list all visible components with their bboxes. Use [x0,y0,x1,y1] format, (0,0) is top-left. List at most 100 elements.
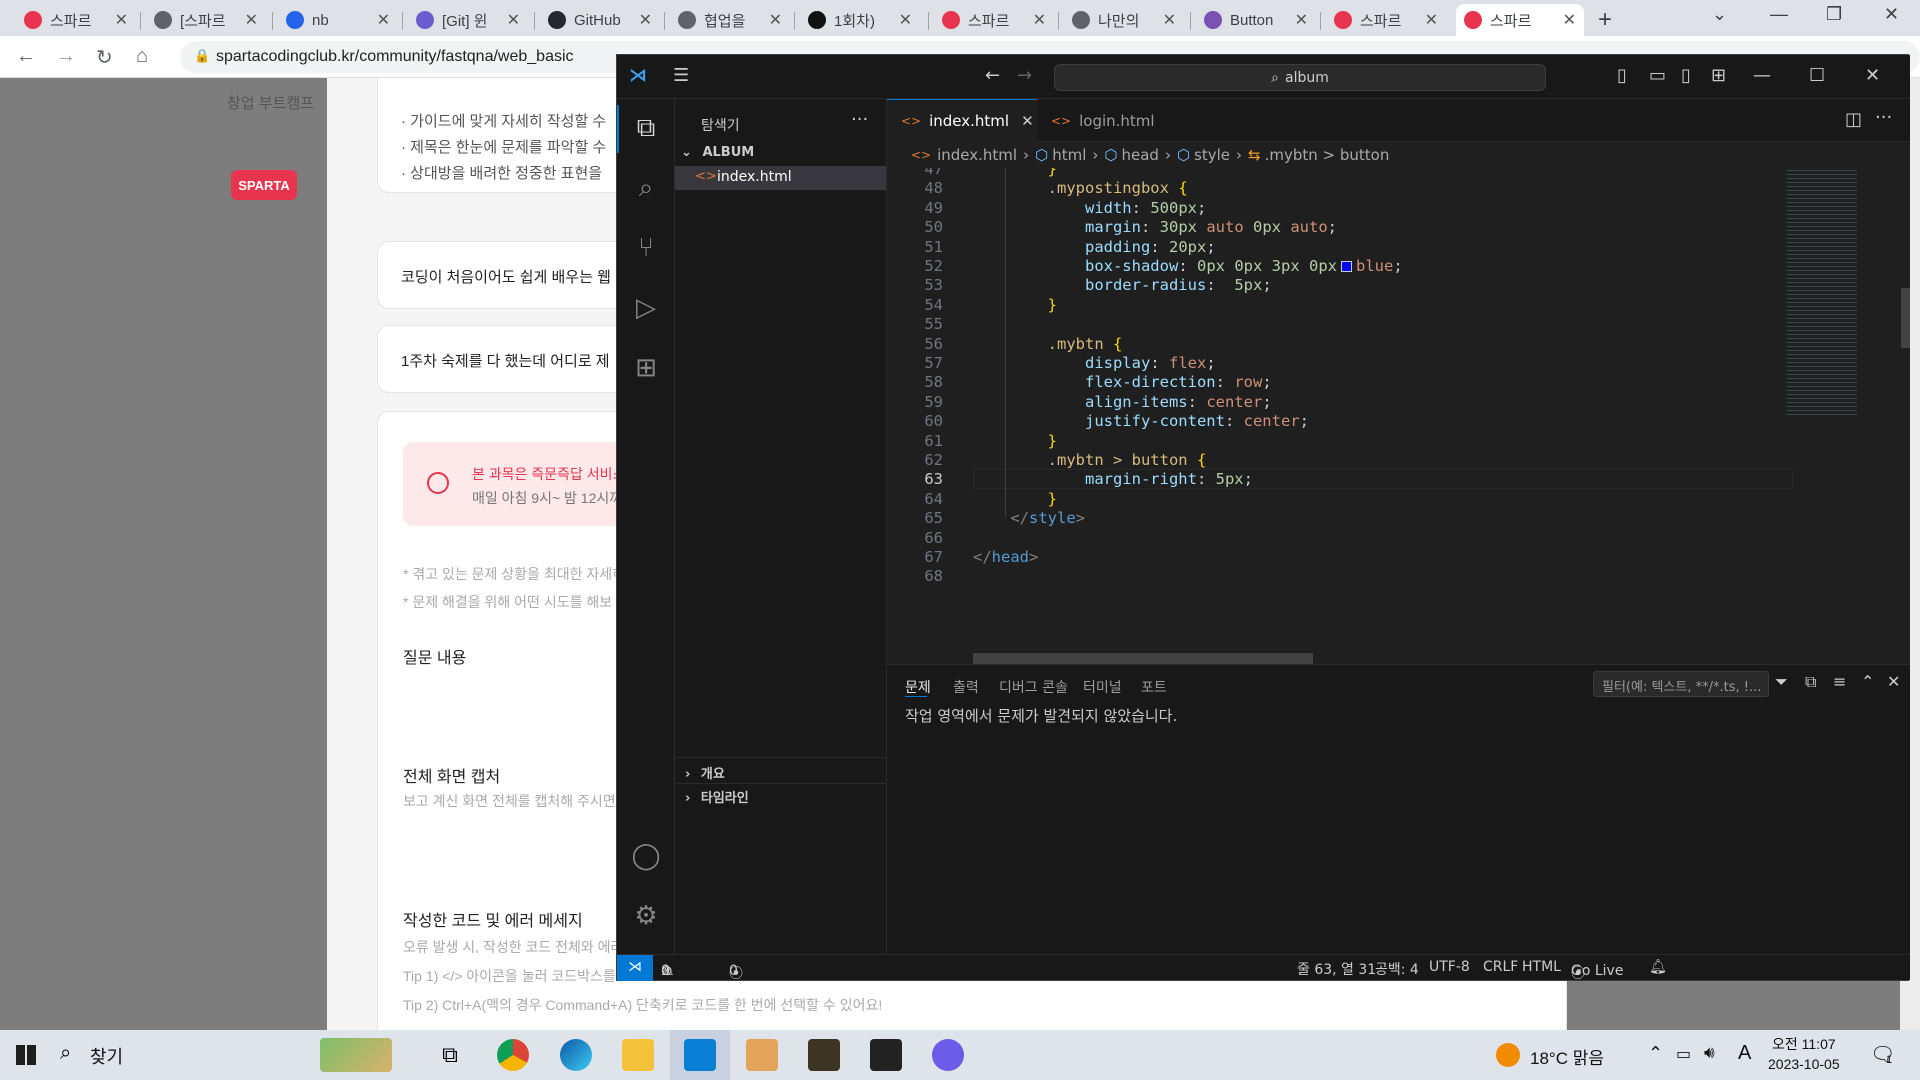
panel-tab[interactable]: 터미널 [1083,677,1122,697]
clock-time[interactable]: 오전 11:07 [1772,1034,1836,1054]
end-of-line[interactable]: CRLF [1483,959,1518,975]
browser-tab[interactable]: 스파르 ✕ [934,4,1054,36]
settings-gear-icon[interactable]: ⚙ [629,899,663,933]
accounts-icon[interactable]: ◯ [629,839,663,873]
browser-tab[interactable]: 나만의 ✕ [1064,4,1184,36]
customize-layout-icon[interactable]: ⊞ [1711,65,1726,86]
back-icon[interactable]: ← [16,45,36,68]
code-line[interactable]: .mybtn { [973,335,1123,353]
close-panel-icon[interactable]: ✕ [1887,672,1900,691]
code-line[interactable]: align-items: center; [973,393,1272,411]
notifications-bell-icon[interactable]: 🔔︎ [1649,959,1667,975]
close-tab-icon[interactable]: ✕ [1033,10,1046,30]
encoding[interactable]: UTF-8 [1429,959,1470,975]
code-line[interactable]: } [973,490,1057,508]
cursor-position[interactable]: 줄 63, 열 31 [1297,959,1376,979]
panel-tab[interactable]: 디버그 콘솔 [999,677,1068,697]
folder-album[interactable]: ⌄ ALBUM [681,145,754,160]
breadcrumb-item[interactable]: index.html [937,146,1017,164]
code-line[interactable]: </head> [973,548,1038,566]
minimize-button[interactable]: — [1770,4,1788,25]
chrome-icon[interactable] [497,1039,529,1071]
battery-icon[interactable]: ▭ [1676,1044,1691,1064]
toggle-secondary-sidebar-icon[interactable]: ▯ [1681,65,1691,86]
code-editor[interactable]: 47 } 48 .mypostingbox {49 width: 500px; 50… [887,168,1910,664]
timeline-section[interactable]: › 타임라인 [685,787,749,806]
breadcrumb-item[interactable]: head [1121,146,1158,164]
toggle-panel-icon[interactable]: ▭ [1649,65,1666,86]
address-url[interactable]: spartacodingclub.kr/community/fastqna/we… [216,48,574,66]
browser-tab[interactable]: 스파르 ✕ [1326,4,1446,36]
editor-scrollbar[interactable] [1899,168,1910,664]
tab-search-icon[interactable]: ⌄ [1712,4,1727,25]
panel-tab[interactable]: 문제 [905,677,931,697]
ime-indicator[interactable]: A [1738,1042,1751,1065]
app-icon[interactable] [746,1039,778,1071]
more-actions-icon[interactable]: ··· [851,109,868,130]
code-line[interactable]: margin-right: 5px; [973,470,1253,488]
browser-tab[interactable]: 협업을 ✕ [670,4,790,36]
close-tab-icon[interactable]: ✕ [115,10,128,30]
extensions-icon[interactable]: ⊞ [629,351,663,385]
menu-icon[interactable]: ☰ [673,65,689,86]
code-line[interactable]: } [973,432,1057,450]
code-line[interactable]: justify-content: center; [973,412,1309,430]
source-control-icon[interactable]: ⑂ [629,231,663,265]
task-view-icon[interactable]: ⧉ [434,1039,466,1071]
close-tab-icon[interactable]: ✕ [1021,112,1034,130]
horizontal-scrollbar[interactable] [973,653,1313,664]
browser-tab[interactable]: [Git] 윈 ✕ [408,4,528,36]
close-tab-icon[interactable]: ✕ [639,10,652,30]
code-line[interactable]: border-radius: 5px; [973,276,1272,294]
browser-tab[interactable]: 1회차) ✕ [800,4,920,36]
close-tab-icon[interactable]: ✕ [1295,10,1308,30]
vscode-close-button[interactable]: ✕ [1865,65,1880,86]
remote-indicator-icon[interactable]: ⋊ [617,955,653,981]
sparta-logo[interactable]: SPARTA [231,170,297,200]
forward-icon[interactable]: → [56,45,76,68]
volume-icon[interactable]: 🔊︎ [1704,1043,1715,1063]
run-debug-icon[interactable]: ▷ [629,291,663,325]
tray-chevron-icon[interactable]: ⌃ [1648,1043,1663,1064]
close-tab-icon[interactable]: ✕ [507,10,520,30]
view-as-list-icon[interactable]: ≡ [1833,672,1846,691]
browser-tab[interactable]: GitHub ✕ [540,4,660,36]
close-tab-icon[interactable]: ✕ [1425,10,1438,30]
maximize-panel-icon[interactable]: ⌃ [1861,672,1874,691]
edge-icon[interactable] [560,1039,592,1071]
editor-tab-index[interactable]: <> index.html ✕ [887,99,1037,142]
breadcrumb-item[interactable]: style [1194,146,1230,164]
filter-icon[interactable]: ⏷ [1775,672,1788,692]
problems-filter-input[interactable]: 필터(예: 텍스트, **/*.ts, !... [1593,671,1769,697]
code-line[interactable]: flex-direction: row; [973,373,1272,391]
code-line[interactable]: </style> [973,509,1085,527]
clock-date[interactable]: 2023-10-05 [1768,1056,1840,1072]
close-tab-icon[interactable]: ✕ [245,10,258,30]
game-app-icon[interactable] [870,1039,902,1071]
close-tab-icon[interactable]: ✕ [1563,10,1576,30]
collapse-all-icon[interactable]: ⧉ [1805,672,1816,692]
taskbar-search[interactable]: ⌕ 찾기 [50,1030,392,1080]
close-tab-icon[interactable]: ✕ [769,10,782,30]
code-line[interactable]: box-shadow: 0px 0px 3px 0px blue; [973,257,1403,275]
vscode-minimize-button[interactable]: — [1753,65,1771,86]
outline-section[interactable]: › 개요 [685,763,725,782]
close-tab-icon[interactable]: ✕ [377,10,390,30]
explorer-icon[interactable]: ⧉ [629,111,663,145]
search-view-icon[interactable]: ⌕ [629,171,663,205]
code-line[interactable]: display: flex; [973,354,1216,372]
editor-more-icon[interactable]: ··· [1875,107,1892,128]
file-item-index[interactable]: <> index.html [675,166,886,190]
panel-tab[interactable]: 포트 [1141,677,1167,697]
browser-tab[interactable]: nb ✕ [278,4,398,36]
home-icon[interactable]: ⌂ [136,45,148,68]
vscode-maximize-button[interactable]: ☐ [1809,65,1825,86]
panel-tab[interactable]: 출력 [953,677,979,697]
minimap[interactable] [1787,168,1863,420]
weather-text[interactable]: 18°C 맑음 [1530,1044,1604,1069]
browser-tab[interactable]: [스파르 ✕ [146,4,266,36]
code-line[interactable]: padding: 20px; [973,238,1216,256]
file-explorer-icon[interactable] [622,1039,654,1071]
close-tab-icon[interactable]: ✕ [1163,10,1176,30]
browser-tab[interactable]: Button ✕ [1196,4,1316,36]
